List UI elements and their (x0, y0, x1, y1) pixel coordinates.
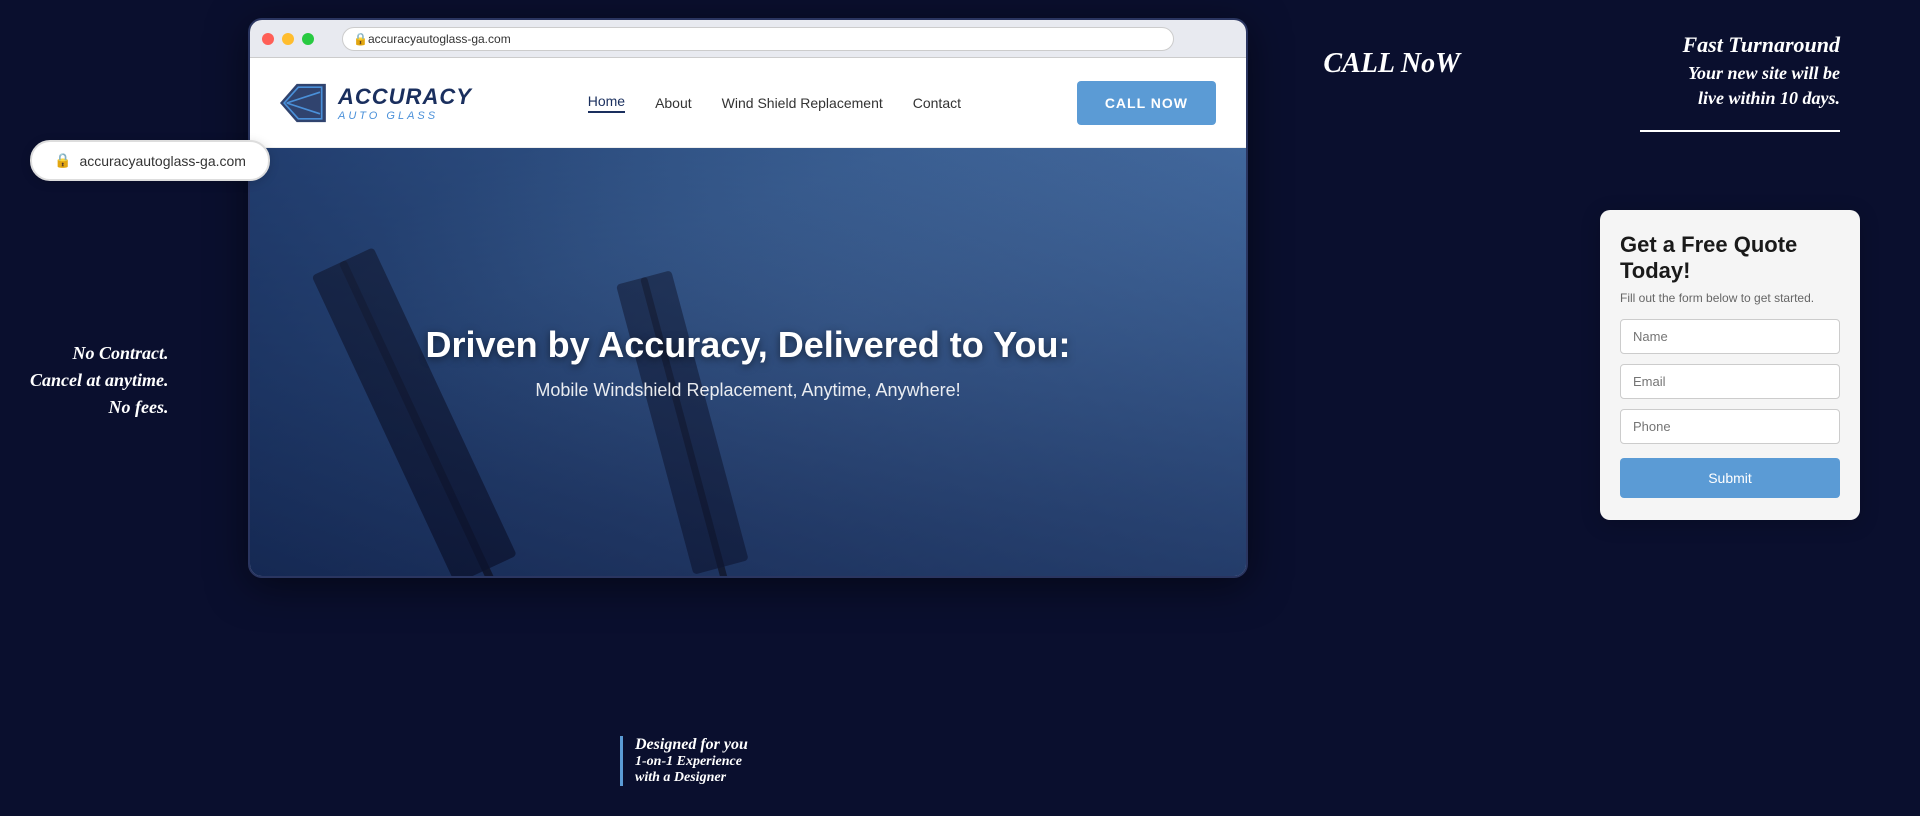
email-input[interactable] (1620, 364, 1840, 399)
annotation-no-fees: No fees. (30, 394, 169, 421)
browser-chrome: 🔒 accuracyautoglass-ga.com (250, 20, 1246, 58)
hero-subtitle: Mobile Windshield Replacement, Anytime, … (426, 380, 1071, 401)
nav-about[interactable]: About (655, 95, 692, 111)
lock-icon: 🔒 (353, 32, 368, 46)
hero-text: Driven by Accuracy, Delivered to You: Mo… (426, 324, 1071, 401)
logo-svg (280, 83, 330, 123)
quote-card-subtitle: Fill out the form below to get started. (1620, 291, 1840, 305)
logo-text: ACCURACY AUTO GLASS (338, 84, 472, 122)
browser-dot-green[interactable] (302, 33, 314, 45)
hero-section: Driven by Accuracy, Delivered to You: Mo… (250, 148, 1246, 576)
call-now-annotation-text: CALL NoW (1323, 48, 1460, 79)
bottom-annotation: Designed for you 1-on-1 Experience with … (620, 736, 748, 786)
annotation-no-contract: No Contract. (30, 340, 169, 367)
browser-mockup: 🔒 accuracyautoglass-ga.com ACCURACY AUTO… (248, 18, 1248, 578)
nav-links: Home About Wind Shield Replacement Conta… (588, 93, 961, 113)
left-annotation: No Contract. Cancel at anytime. No fees. (30, 340, 169, 421)
name-input[interactable] (1620, 319, 1840, 354)
annotation-cancel: Cancel at anytime. (30, 367, 169, 394)
address-text: accuracyautoglass-ga.com (368, 32, 511, 46)
browser-dot-yellow[interactable] (282, 33, 294, 45)
annotation-1on1: 1-on-1 Experience (635, 754, 748, 770)
top-right-divider (1640, 130, 1840, 132)
floating-address-text: accuracyautoglass-ga.com (79, 153, 246, 169)
call-now-annotation: CALL NoW (1323, 48, 1460, 80)
annotation-designer: with a Designer (635, 770, 748, 786)
annotation-designed: Designed for you (635, 736, 748, 754)
annotation-site-live-line2: live within 10 days. (1682, 86, 1840, 111)
browser-dot-red[interactable] (262, 33, 274, 45)
website-content: ACCURACY AUTO GLASS Home About Wind Shie… (250, 58, 1246, 576)
hero-title: Driven by Accuracy, Delivered to You: (426, 324, 1071, 366)
submit-button[interactable]: Submit (1620, 458, 1840, 498)
annotation-site-live-line1: Your new site will be (1682, 61, 1840, 86)
logo-sub: AUTO GLASS (338, 110, 472, 122)
nav-home[interactable]: Home (588, 93, 625, 113)
logo-brand: ACCURACY (338, 84, 472, 110)
logo-area: ACCURACY AUTO GLASS (280, 83, 472, 123)
address-lock-icon: 🔒 (54, 152, 71, 169)
top-right-annotation: Fast Turnaround Your new site will be li… (1682, 30, 1840, 111)
nav-windshield[interactable]: Wind Shield Replacement (722, 95, 883, 111)
phone-input[interactable] (1620, 409, 1840, 444)
annotation-fast-turnaround: Fast Turnaround (1682, 30, 1840, 61)
nav-contact[interactable]: Contact (913, 95, 961, 111)
call-now-button[interactable]: CALL NOW (1077, 81, 1216, 125)
floating-address-bar[interactable]: 🔒 accuracyautoglass-ga.com (30, 140, 270, 181)
quote-card-title: Get a Free Quote Today! (1620, 232, 1840, 285)
address-bar[interactable]: 🔒 accuracyautoglass-ga.com (342, 27, 1174, 51)
quote-card: Get a Free Quote Today! Fill out the for… (1600, 210, 1860, 520)
nav-bar: ACCURACY AUTO GLASS Home About Wind Shie… (250, 58, 1246, 148)
